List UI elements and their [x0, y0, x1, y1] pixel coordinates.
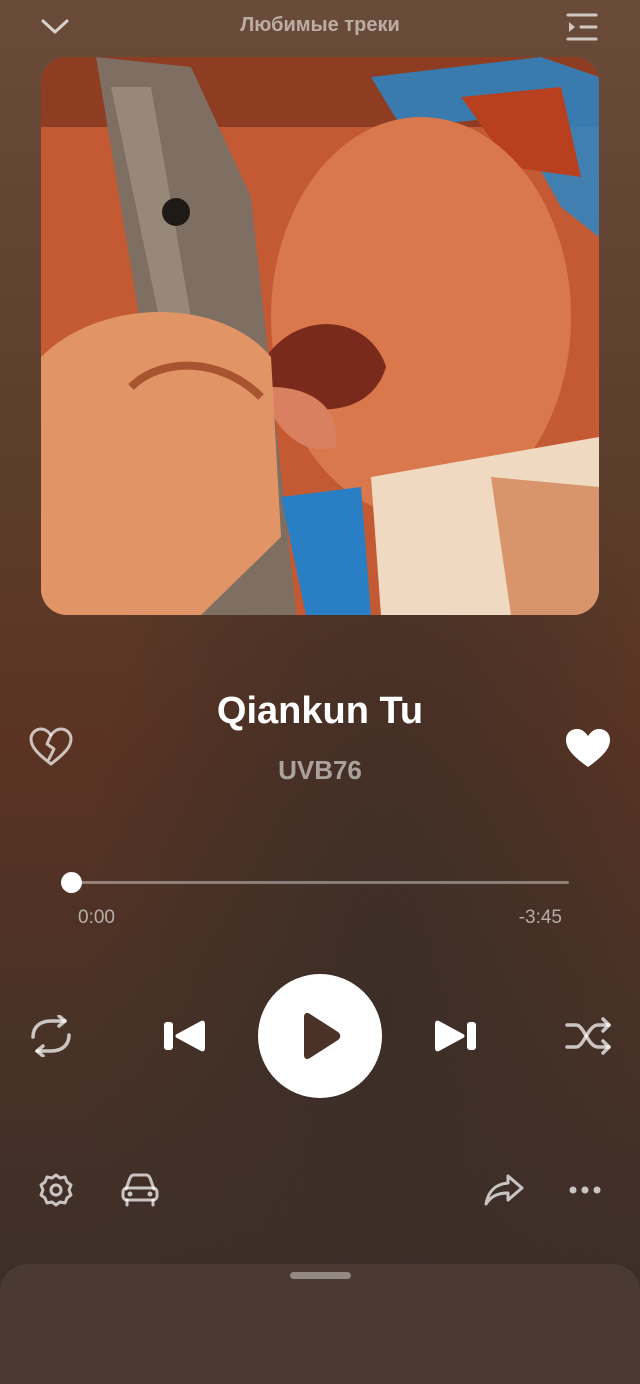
queue-button[interactable] [562, 9, 602, 45]
settings-button[interactable] [36, 1170, 76, 1210]
sheet-drag-handle[interactable] [290, 1272, 351, 1279]
play-button[interactable] [258, 974, 382, 1098]
elapsed-time: 0:00 [78, 907, 115, 928]
next-button[interactable] [430, 1012, 482, 1060]
repeat-button[interactable] [24, 1010, 78, 1062]
more-dots-icon [568, 1185, 602, 1195]
shuffle-icon [564, 1017, 614, 1055]
previous-button[interactable] [158, 1012, 210, 1060]
playlist-title: Любимые треки [240, 14, 400, 36]
play-icon [298, 1012, 342, 1060]
skip-previous-icon [161, 1019, 207, 1053]
album-artwork [41, 57, 599, 615]
skip-next-icon [433, 1019, 479, 1053]
remaining-time: -3:45 [518, 907, 562, 928]
progress-thumb[interactable] [60, 872, 82, 893]
more-button[interactable] [564, 1172, 606, 1208]
queue-list-icon [565, 12, 599, 42]
heart-icon [564, 727, 612, 769]
gear-icon [39, 1173, 73, 1207]
repeat-icon [27, 1015, 75, 1057]
share-arrow-icon [484, 1173, 524, 1207]
progress-bar[interactable] [71, 881, 569, 884]
like-button[interactable] [560, 722, 616, 774]
track-artist[interactable]: UVB76 [0, 755, 640, 786]
share-button[interactable] [482, 1170, 526, 1210]
car-icon [120, 1173, 160, 1207]
car-mode-button[interactable] [118, 1170, 162, 1210]
bottom-sheet[interactable] [0, 1264, 640, 1384]
shuffle-button[interactable] [562, 1012, 616, 1060]
track-title: Qiankun Tu [216, 690, 424, 732]
